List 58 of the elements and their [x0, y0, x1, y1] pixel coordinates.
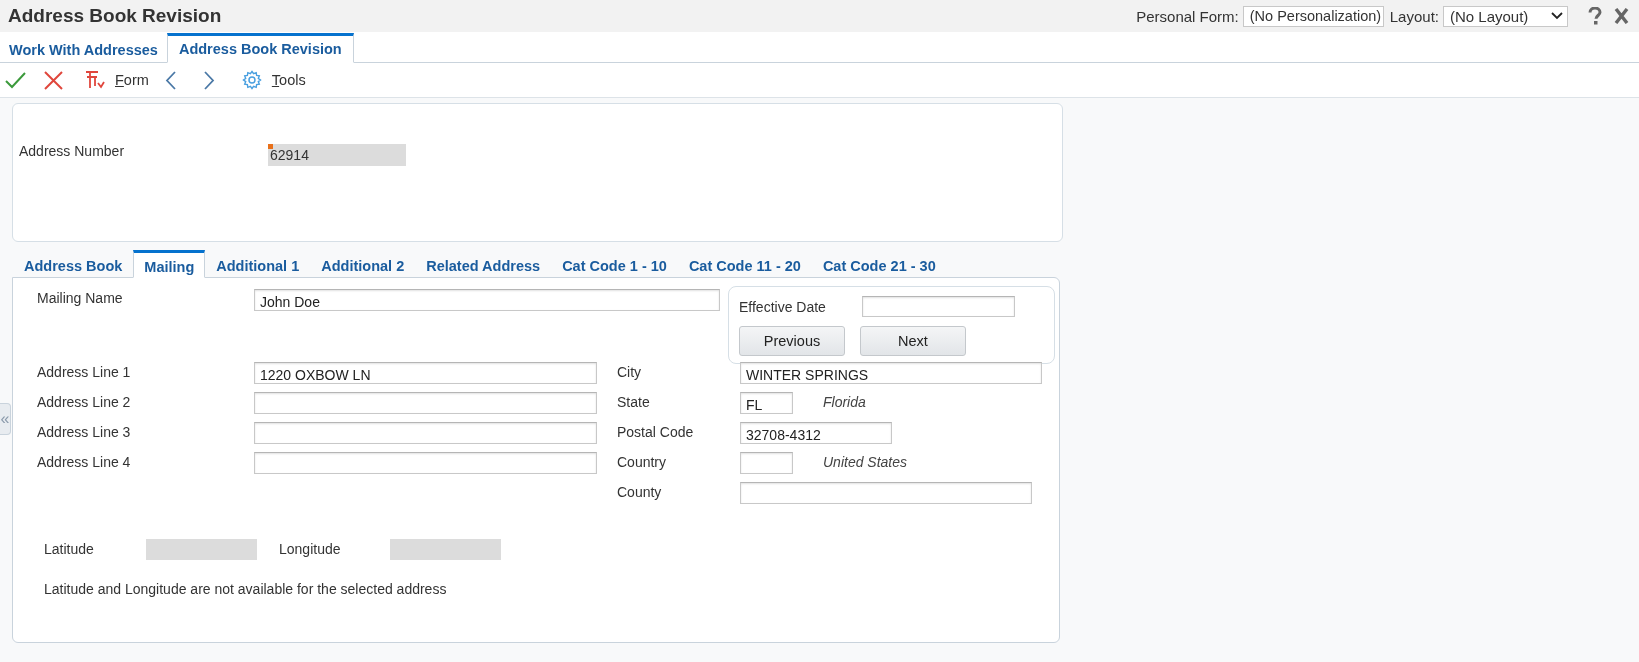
page-tab[interactable]: Address Book Revision: [166, 33, 354, 63]
form-icon[interactable]: [84, 70, 105, 90]
field-label: Address Number: [19, 143, 126, 161]
input-field[interactable]: [740, 482, 1032, 504]
window-title: Address Book Revision: [8, 5, 223, 27]
input-field[interactable]: FL: [740, 392, 793, 414]
field-label: Address Line 3: [37, 423, 132, 442]
input-field[interactable]: 32708-4312: [740, 422, 892, 444]
personal-form-dropdown[interactable]: (No Personalization): [1242, 5, 1384, 27]
form-tab[interactable]: Cat Code 21 - 30: [811, 252, 947, 278]
date-field[interactable]: [862, 296, 1015, 317]
field-label: Latitude: [44, 541, 95, 557]
field-label: County: [617, 483, 663, 502]
form-menu-button[interactable]: Form: [115, 72, 149, 88]
field-label: Address Line 1: [37, 363, 132, 382]
navigation-button[interactable]: Next: [860, 326, 966, 356]
close-icon[interactable]: [1614, 8, 1629, 24]
input-field[interactable]: John Doe: [254, 289, 720, 311]
field-label: City: [617, 363, 643, 382]
layout-dropdown[interactable]: (No Layout): [1443, 5, 1568, 27]
page-tab[interactable]: Work With Addresses: [0, 35, 167, 63]
tools-menu-button[interactable]: Tools: [271, 72, 306, 88]
field-label: Country: [617, 453, 668, 472]
field-label: Mailing Name: [37, 289, 124, 306]
input-field[interactable]: [254, 392, 597, 414]
gear-icon[interactable]: [241, 70, 262, 90]
address-number-field: 62914: [268, 144, 406, 166]
chevron-down-icon: [1551, 12, 1563, 20]
field-label: Address Line 2: [37, 393, 132, 412]
previous-icon[interactable]: [164, 70, 176, 90]
next-icon[interactable]: [203, 70, 215, 90]
field-description: United States: [823, 453, 908, 470]
input-field[interactable]: [254, 452, 597, 474]
input-field[interactable]: WINTER SPRINGS: [740, 362, 1042, 384]
form-tab[interactable]: Additional 2: [310, 252, 416, 278]
navigation-button[interactable]: Previous: [739, 326, 845, 356]
personal-form-label: Personal Form:: [1136, 7, 1239, 25]
cancel-icon[interactable]: [44, 70, 63, 90]
help-icon[interactable]: [1588, 7, 1602, 25]
field-label: State: [617, 393, 651, 412]
field-description: Florida: [823, 393, 866, 410]
form-tab[interactable]: Address Book: [13, 252, 134, 278]
input-field[interactable]: [740, 452, 793, 474]
form-tab[interactable]: Additional 1: [205, 252, 311, 278]
form-tab[interactable]: Cat Code 11 - 20: [677, 252, 812, 278]
form-tab[interactable]: Cat Code 1 - 10: [551, 252, 678, 278]
field-label: Effective Date: [739, 298, 827, 315]
checkmark-icon[interactable]: [5, 71, 26, 89]
layout-label: Layout:: [1389, 7, 1439, 25]
form-tab[interactable]: Mailing: [133, 250, 206, 278]
form-tab[interactable]: Related Address: [415, 252, 552, 278]
field-label: Postal Code: [617, 423, 695, 442]
required-indicator-icon: [268, 144, 273, 149]
input-field[interactable]: 1220 OXBOW LN: [254, 362, 597, 384]
field-label: Address Line 4: [37, 453, 132, 472]
info-message: Latitude and Longitude are not available for the selected address: [43, 581, 448, 597]
input-field[interactable]: [254, 422, 597, 444]
field-label: Longitude: [279, 541, 342, 557]
